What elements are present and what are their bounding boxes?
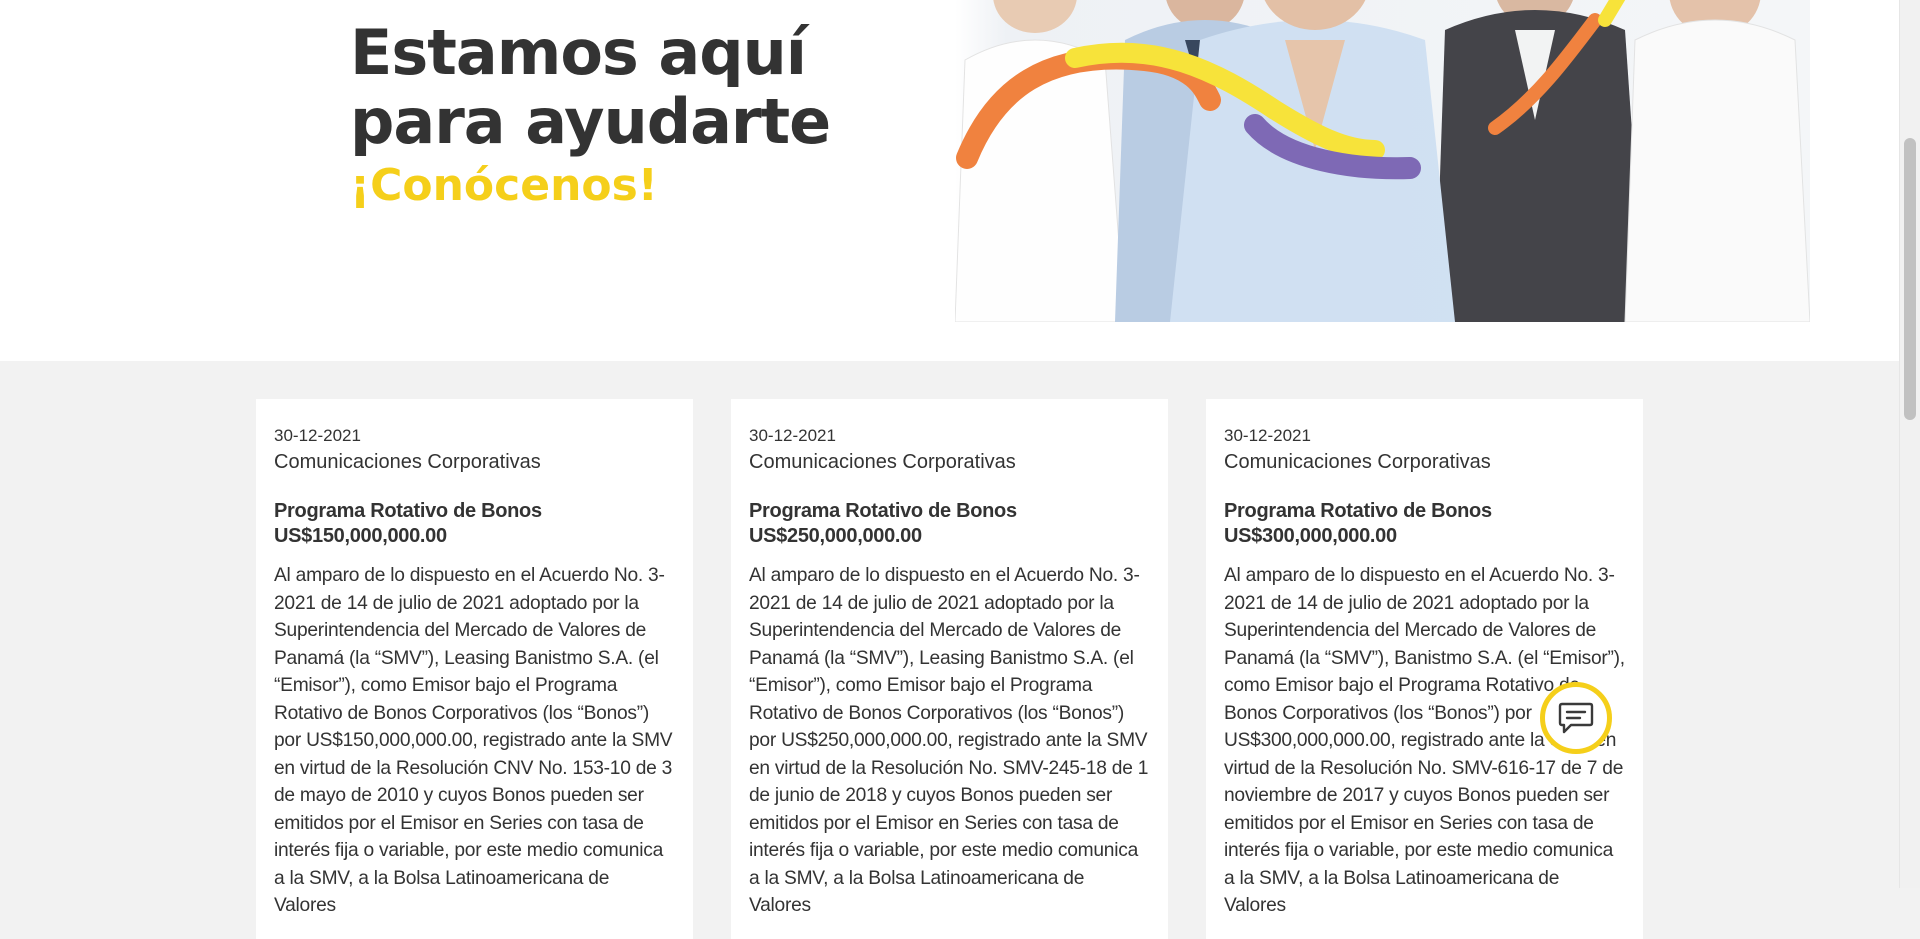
card-title[interactable]: Programa Rotativo de Bonos US$150,000,00… [274, 499, 675, 549]
card-date: 30-12-2021 [274, 426, 361, 445]
card-date: 30-12-2021 [749, 426, 836, 445]
card-category: Comunicaciones Corporativas [1224, 451, 1491, 473]
page-scrollbar[interactable] [1899, 0, 1920, 888]
card-body: Al amparo de lo dispuesto en el Acuerdo … [274, 565, 673, 916]
chat-button[interactable] [1540, 682, 1612, 754]
card-category: Comunicaciones Corporativas [749, 451, 1016, 473]
scrollbar-thumb[interactable] [1904, 138, 1916, 420]
card-title[interactable]: Programa Rotativo de Bonos US$300,000,00… [1224, 499, 1625, 549]
news-cards-section: 30-12-2021 Comunicaciones Corporativas P… [0, 361, 1899, 939]
hero-section: Estamos aquí para ayudarte ¡Conócenos! [0, 0, 1899, 361]
news-card[interactable]: 30-12-2021 Comunicaciones Corporativas P… [731, 399, 1168, 939]
hero-subtitle: ¡Conócenos! [350, 160, 658, 211]
chat-bubble-icon [1558, 702, 1594, 734]
card-category: Comunicaciones Corporativas [274, 451, 541, 473]
news-card[interactable]: 30-12-2021 Comunicaciones Corporativas P… [1206, 399, 1643, 939]
hero-team-image [955, 0, 1810, 322]
card-title[interactable]: Programa Rotativo de Bonos US$250,000,00… [749, 499, 1150, 549]
card-body: Al amparo de lo dispuesto en el Acuerdo … [749, 565, 1149, 916]
hero-title: Estamos aquí para ayudarte [350, 16, 831, 158]
news-card[interactable]: 30-12-2021 Comunicaciones Corporativas P… [256, 399, 693, 939]
card-date: 30-12-2021 [1224, 426, 1311, 445]
